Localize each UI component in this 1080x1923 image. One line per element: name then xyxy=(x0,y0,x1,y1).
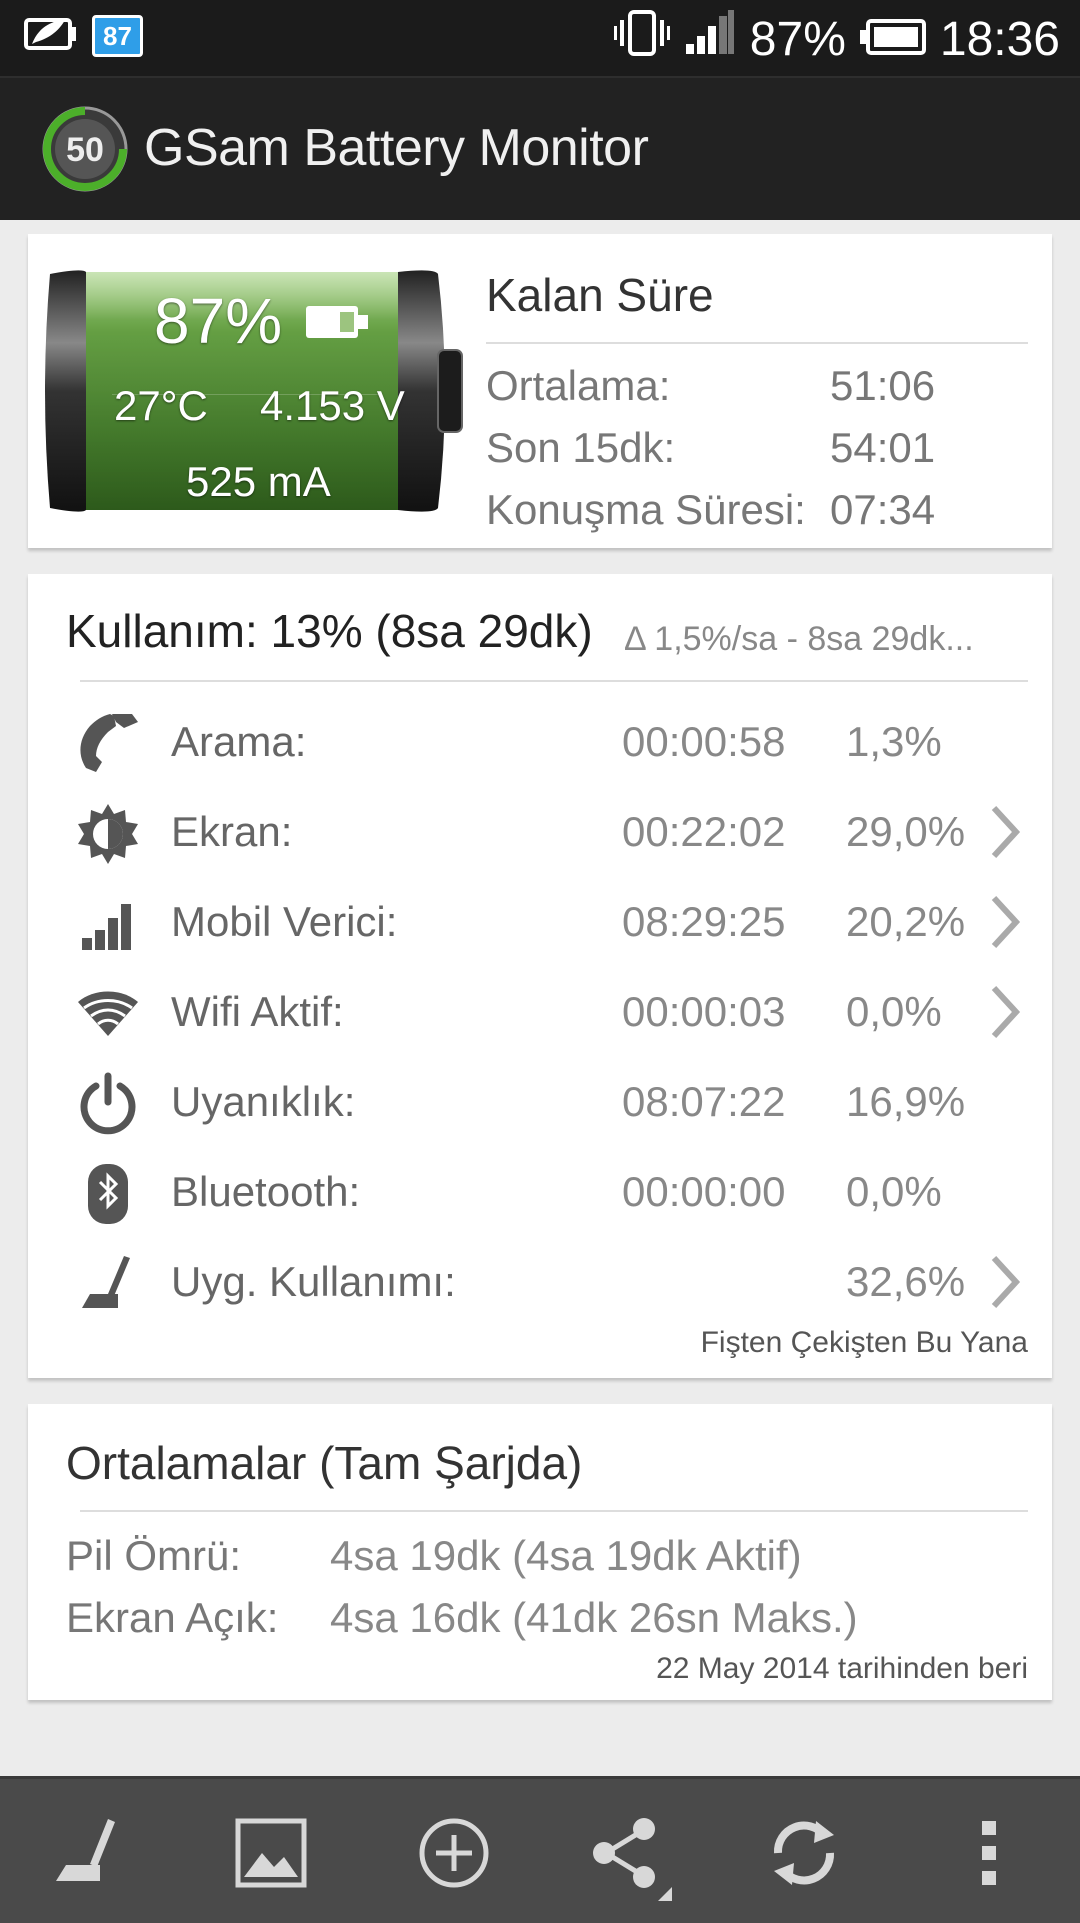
usage-percent: 1,3% xyxy=(846,718,942,765)
usage-label: Uyanıklık: xyxy=(171,1078,356,1125)
remaining-label-talk: Konuşma Süresi: xyxy=(486,486,806,533)
usage-label: Arama: xyxy=(171,718,307,765)
usage-card: Kullanım: 13% (8sa 29dk) Δ 1,5%/sa - 8sa… xyxy=(28,574,1052,1378)
usage-row-bluetooth: Bluetooth: 00:00:00 0,0% xyxy=(28,1146,1052,1236)
battery-status-card[interactable]: 87% 27°C 4.153 V 525 mA Kalan Süre Ortal… xyxy=(28,234,1052,548)
battery-temperature: 27°C xyxy=(114,382,208,429)
usage-time: 00:00:03 xyxy=(622,988,786,1035)
app-usage-icon[interactable] xyxy=(50,1813,130,1893)
averages-divider xyxy=(80,1510,1028,1512)
usage-rate: Δ 1,5%/sa - 8sa 29dk... xyxy=(624,620,974,658)
vibrate-icon xyxy=(613,8,670,70)
usage-label: Ekran: xyxy=(171,808,293,855)
remaining-value-average: 51:06 xyxy=(830,362,936,409)
image-icon[interactable] xyxy=(232,1813,312,1893)
usage-time: 00:00:58 xyxy=(622,718,786,765)
status-left: 87 xyxy=(24,14,143,57)
bottom-action-bar xyxy=(0,1776,1080,1923)
app-logo-number: 50 xyxy=(66,131,104,169)
app-usage-icon xyxy=(76,1252,140,1316)
chevron-right-icon[interactable] xyxy=(988,894,1022,950)
add-circle-icon[interactable] xyxy=(414,1813,494,1893)
usage-row-wifi[interactable]: Wifi Aktif: 00:00:03 0,0% xyxy=(28,966,1052,1056)
usage-percent: 32,6% xyxy=(846,1258,966,1305)
signal-bars-icon xyxy=(76,892,140,956)
usage-title: Kullanım: 13% (8sa 29dk) xyxy=(66,605,593,657)
usage-row-app-usage[interactable]: Uyg. Kullanımı: 32,6% xyxy=(28,1236,1052,1326)
averages-value-battery-life: 4sa 19dk (4sa 19dk Aktif) xyxy=(330,1532,802,1579)
usage-row-screen[interactable]: Ekran: 00:22:02 29,0% xyxy=(28,786,1052,876)
remaining-time-title: Kalan Süre xyxy=(486,269,714,321)
charging-notification-icon xyxy=(24,14,78,57)
share-icon[interactable] xyxy=(586,1813,672,1901)
averages-since-label: 22 May 2014 tarihinden beri xyxy=(656,1652,1028,1685)
status-bar: 87 87% 18:36 xyxy=(0,0,1080,76)
usage-percent: 16,9% xyxy=(846,1078,966,1125)
remaining-label-last15: Son 15dk: xyxy=(486,424,676,471)
status-time: 18:36 xyxy=(939,12,1060,66)
usage-percent: 20,2% xyxy=(846,898,966,945)
usage-percent: 29,0% xyxy=(846,808,966,855)
averages-label-battery-life: Pil Ömrü: xyxy=(66,1532,242,1579)
remaining-value-talk: 07:34 xyxy=(830,486,936,533)
usage-label: Mobil Verici: xyxy=(171,898,398,945)
small-battery-icon xyxy=(306,304,370,345)
battery-current: 525 mA xyxy=(186,458,331,505)
chevron-right-icon[interactable] xyxy=(988,1254,1022,1310)
usage-percent: 0,0% xyxy=(846,988,942,1035)
overflow-menu-icon[interactable] xyxy=(960,1813,1020,1893)
chevron-right-icon[interactable] xyxy=(988,804,1022,860)
usage-divider xyxy=(80,680,1028,682)
averages-value-screen-on: 4sa 16dk (41dk 26sn Maks.) xyxy=(330,1594,858,1641)
battery-voltage: 4.153 V xyxy=(260,382,405,429)
usage-label: Uyg. Kullanımı: xyxy=(171,1258,456,1305)
power-icon xyxy=(76,1072,140,1136)
wifi-icon xyxy=(76,982,140,1046)
averages-label-screen-on: Ekran Açık: xyxy=(66,1594,279,1641)
brightness-icon xyxy=(76,802,140,866)
battery-graphic: 87% 27°C 4.153 V 525 mA xyxy=(42,264,472,518)
remaining-divider xyxy=(486,342,1028,344)
status-right: 87% 18:36 xyxy=(613,8,1060,70)
chevron-right-icon[interactable] xyxy=(988,984,1022,1040)
app-title: GSam Battery Monitor xyxy=(144,119,649,177)
app-bar: 50 GSam Battery Monitor xyxy=(0,76,1080,220)
battery-icon xyxy=(859,12,926,67)
app-logo[interactable]: 50 xyxy=(40,104,130,194)
usage-since-label: Fişten Çekişten Bu Yana xyxy=(700,1326,1028,1359)
cell-signal-icon xyxy=(684,10,736,68)
remaining-value-last15: 54:01 xyxy=(830,424,936,471)
usage-row-mobile-radio[interactable]: Mobil Verici: 08:29:25 20,2% xyxy=(28,876,1052,966)
battery-level: 87% xyxy=(154,285,283,357)
usage-time: 08:29:25 xyxy=(622,898,786,945)
usage-label: Bluetooth: xyxy=(171,1168,361,1215)
status-battery-percent: 87% xyxy=(749,12,846,66)
usage-time: 08:07:22 xyxy=(622,1078,786,1125)
usage-time: 00:22:02 xyxy=(622,808,786,855)
usage-row-awake: Uyanıklık: 08:07:22 16,9% xyxy=(28,1056,1052,1146)
usage-label: Wifi Aktif: xyxy=(171,988,344,1035)
usage-row-call: Arama: 00:00:58 1,3% xyxy=(28,696,1052,786)
averages-card: Ortalamalar (Tam Şarjda) Pil Ömrü: 4sa 1… xyxy=(28,1404,1052,1700)
usage-time: 00:00:00 xyxy=(622,1168,786,1215)
bluetooth-icon xyxy=(76,1162,140,1226)
notification-badge: 87 xyxy=(92,14,143,57)
usage-percent: 0,0% xyxy=(846,1168,942,1215)
refresh-icon[interactable] xyxy=(764,1813,844,1893)
averages-title: Ortalamalar (Tam Şarjda) xyxy=(66,1437,583,1489)
phone-icon xyxy=(76,712,140,776)
remaining-label-average: Ortalama: xyxy=(486,362,671,409)
